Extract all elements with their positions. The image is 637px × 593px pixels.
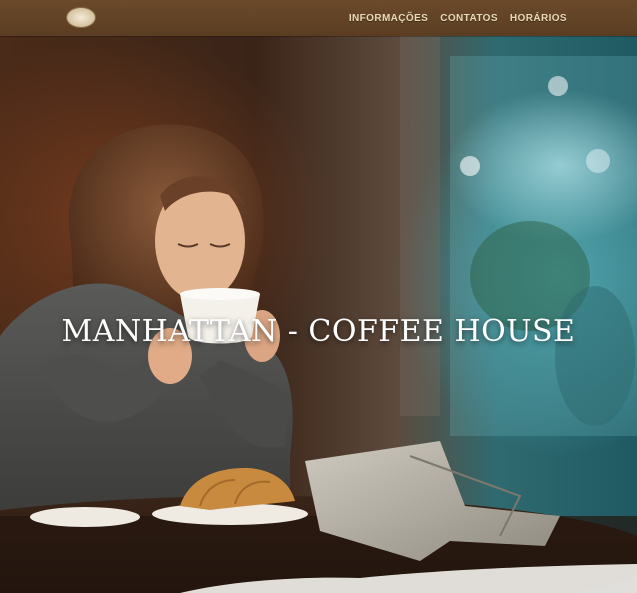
nav-link-informacoes[interactable]: INFORMAÇÕES xyxy=(349,13,428,24)
hero-banner: MANHATTAN - COFFEE HOUSE xyxy=(0,36,637,593)
main-nav: INFORMAÇÕES CONTATOS HORÁRIOS xyxy=(349,0,567,36)
nav-link-horarios[interactable]: HORÁRIOS xyxy=(510,13,567,24)
site-header: INFORMAÇÕES CONTATOS HORÁRIOS xyxy=(0,0,637,36)
nav-link-contatos[interactable]: CONTATOS xyxy=(440,13,498,24)
hero-title: MANHATTAN - COFFEE HOUSE xyxy=(61,314,576,349)
logo[interactable] xyxy=(66,7,96,28)
